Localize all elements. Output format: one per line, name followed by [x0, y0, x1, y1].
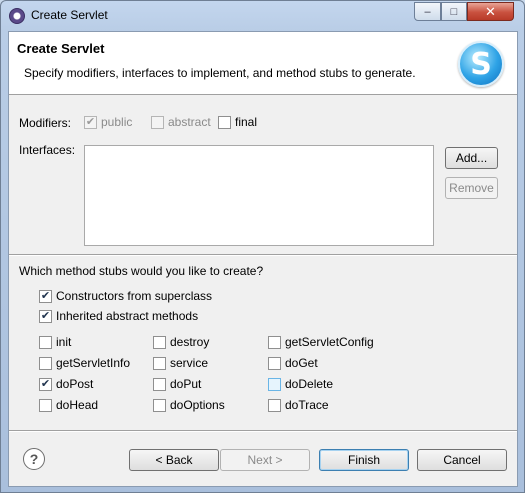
method-getservletinfo-label: getServletInfo [56, 356, 131, 370]
method-destroy-label: destroy [170, 335, 210, 349]
method-dotrace-checkbox-box[interactable] [268, 398, 281, 412]
next-button[interactable]: Next > [220, 449, 310, 471]
create-servlet-dialog: Create Servlet ‒ □ ✕ Create Servlet Spec… [0, 0, 525, 493]
method-dodelete-label: doDelete [285, 377, 334, 391]
interfaces-label: Interfaces: [19, 143, 76, 157]
separator-top [9, 254, 517, 256]
method-dotrace-label: doTrace [285, 398, 329, 412]
abstract-label: abstract [168, 115, 211, 129]
help-icon[interactable]: ? [23, 448, 45, 470]
method-service-checkbox[interactable]: service [153, 356, 208, 370]
wizard-header: Create Servlet Specify modifiers, interf… [9, 32, 517, 95]
abstract-checkbox-box[interactable] [151, 115, 164, 129]
method-dooptions-checkbox-box[interactable] [153, 398, 166, 412]
method-getservletconfig-checkbox[interactable]: getServletConfig [268, 335, 374, 349]
final-checkbox-box[interactable] [218, 115, 231, 129]
method-doput-checkbox-box[interactable] [153, 377, 166, 391]
method-getservletconfig-checkbox-box[interactable] [268, 335, 281, 349]
constructors-checkbox[interactable]: ✔ Constructors from superclass [39, 289, 212, 303]
inherited-checkbox[interactable]: ✔ Inherited abstract methods [39, 309, 198, 323]
public-label: public [101, 115, 133, 129]
method-dooptions-label: doOptions [170, 398, 225, 412]
method-init-checkbox-box[interactable] [39, 335, 52, 349]
method-doget-checkbox[interactable]: doGet [268, 356, 318, 370]
abstract-checkbox[interactable]: abstract [151, 115, 211, 129]
inherited-checkbox-box[interactable]: ✔ [39, 309, 52, 323]
method-dooptions-checkbox[interactable]: doOptions [153, 398, 225, 412]
method-getservletinfo-checkbox[interactable]: getServletInfo [39, 356, 130, 370]
method-init-checkbox[interactable]: init [39, 335, 71, 349]
interfaces-list[interactable] [84, 145, 434, 246]
constructors-label: Constructors from superclass [56, 289, 213, 303]
method-dodelete-checkbox-box[interactable] [268, 377, 281, 391]
method-service-label: service [170, 356, 209, 370]
eclipse-app-icon [9, 8, 25, 24]
method-doput-label: doPut [170, 377, 202, 391]
add-interface-button[interactable]: Add... [445, 147, 498, 169]
servlet-logo-icon: S [458, 41, 504, 87]
final-checkbox[interactable]: final [218, 115, 257, 129]
public-checkbox-box[interactable]: ✔ [84, 115, 97, 129]
cancel-button[interactable]: Cancel [417, 449, 507, 471]
method-dohead-label: doHead [56, 398, 99, 412]
maximize-button[interactable]: □ [441, 2, 467, 21]
separator-bottom [9, 430, 517, 432]
finish-button[interactable]: Finish [319, 449, 409, 471]
method-init-label: init [56, 335, 72, 349]
close-button[interactable]: ✕ [467, 2, 514, 21]
method-dohead-checkbox-box[interactable] [39, 398, 52, 412]
modifiers-label: Modifiers: [19, 116, 72, 130]
method-dohead-checkbox[interactable]: doHead [39, 398, 98, 412]
title-bar[interactable]: Create Servlet ‒ □ ✕ [1, 1, 524, 31]
method-doget-label: doGet [285, 356, 318, 370]
method-doput-checkbox[interactable]: doPut [153, 377, 201, 391]
dialog-body: Create Servlet Specify modifiers, interf… [8, 31, 518, 487]
method-dodelete-checkbox[interactable]: doDelete [268, 377, 333, 391]
final-label: final [235, 115, 258, 129]
constructors-checkbox-box[interactable]: ✔ [39, 289, 52, 303]
method-dopost-checkbox-box[interactable]: ✔ [39, 377, 52, 391]
wizard-description: Specify modifiers, interfaces to impleme… [24, 66, 416, 80]
back-button[interactable]: < Back [129, 449, 219, 471]
method-dotrace-checkbox[interactable]: doTrace [268, 398, 329, 412]
method-getservletconfig-label: getServletConfig [285, 335, 374, 349]
public-checkbox[interactable]: ✔ public [84, 115, 132, 129]
method-dopost-checkbox[interactable]: ✔ doPost [39, 377, 93, 391]
method-destroy-checkbox[interactable]: destroy [153, 335, 209, 349]
window-title: Create Servlet [31, 8, 108, 22]
method-destroy-checkbox-box[interactable] [153, 335, 166, 349]
minimize-button[interactable]: ‒ [414, 2, 441, 21]
wizard-title: Create Servlet [17, 41, 105, 56]
remove-interface-button[interactable]: Remove [445, 177, 498, 199]
inherited-label: Inherited abstract methods [56, 309, 199, 323]
method-dopost-label: doPost [56, 377, 94, 391]
method-service-checkbox-box[interactable] [153, 356, 166, 370]
method-getservletinfo-checkbox-box[interactable] [39, 356, 52, 370]
method-doget-checkbox-box[interactable] [268, 356, 281, 370]
stubs-question: Which method stubs would you like to cre… [19, 264, 264, 278]
